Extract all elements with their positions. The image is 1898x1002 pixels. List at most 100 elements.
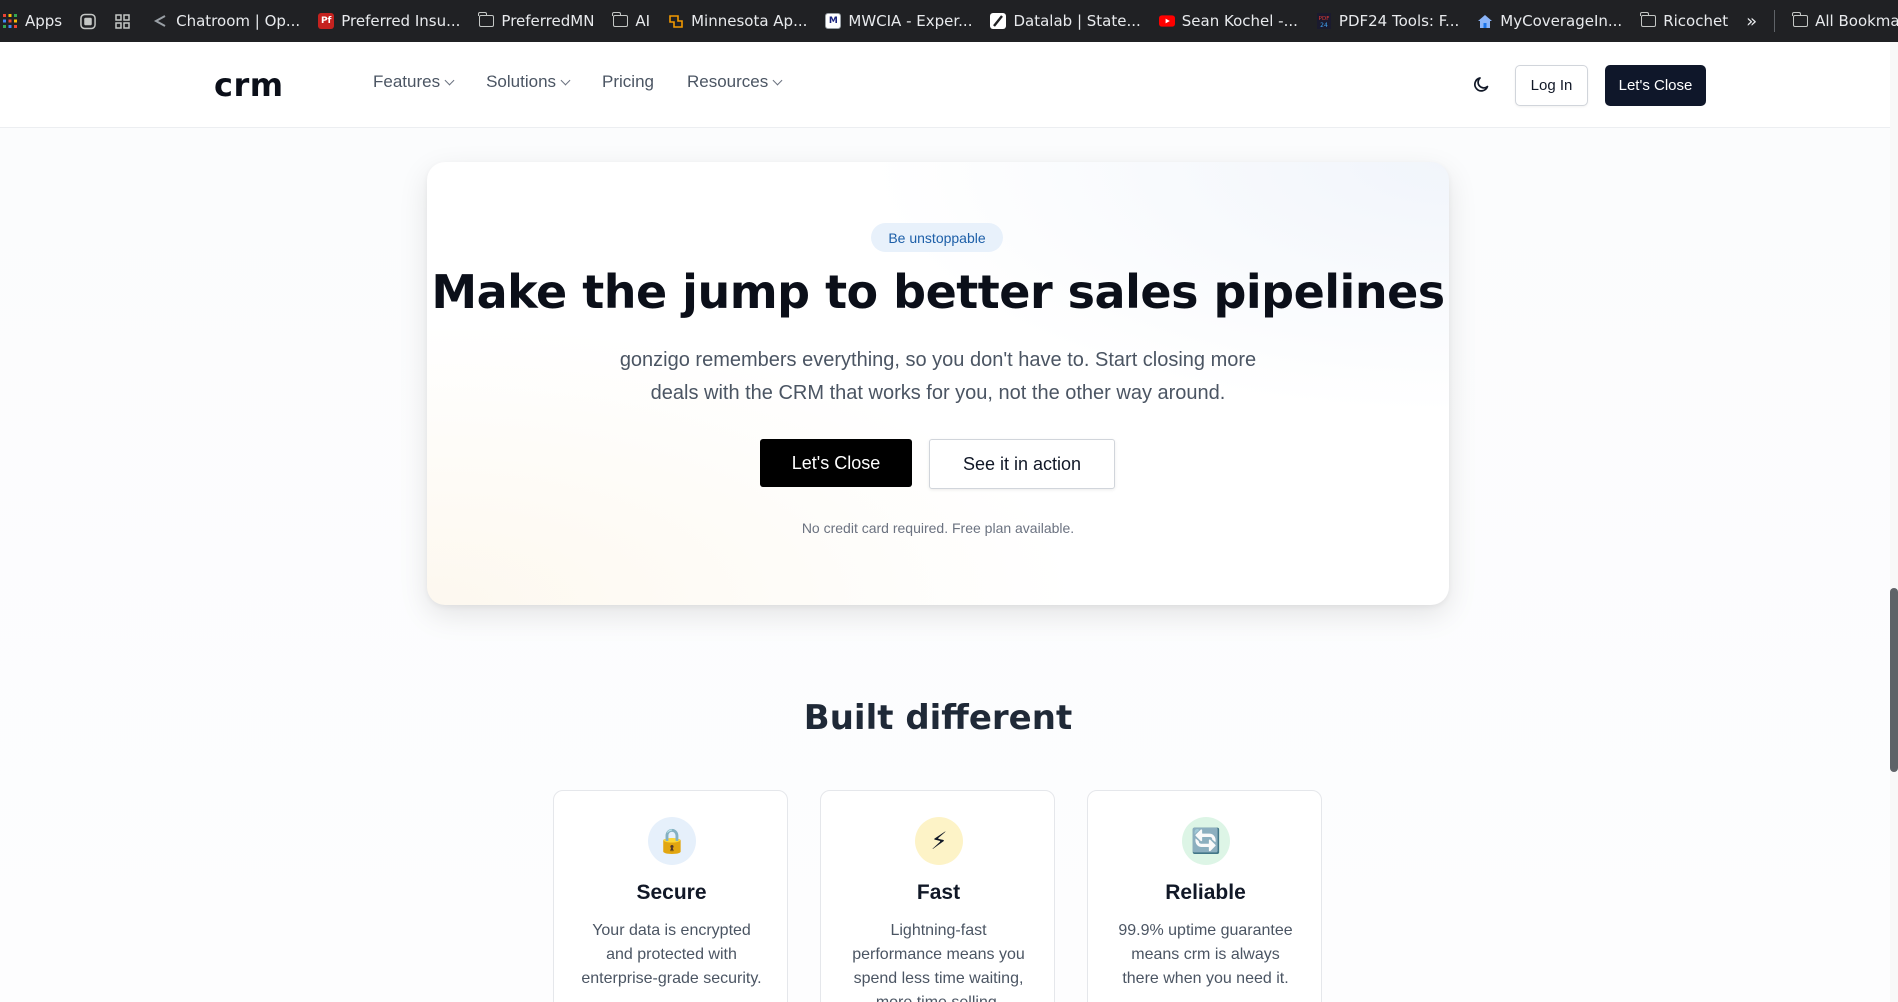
lets-close-button[interactable]: Let's Close bbox=[760, 439, 912, 487]
feature-card-secure: 🔒 Secure Your data is encrypted and prot… bbox=[553, 790, 788, 1002]
bookmark-label: PreferredMN bbox=[501, 12, 595, 30]
feature-description-line: more time selling. bbox=[839, 991, 1038, 1002]
hero-subtitle-line: gonzigo remembers everything, so you don… bbox=[619, 349, 1257, 371]
bookmark-label: PDF24 Tools: F... bbox=[1338, 12, 1460, 30]
bookmark-label: Preferred Insu... bbox=[341, 12, 461, 30]
bookmark-folder-ai[interactable]: AI bbox=[603, 0, 659, 42]
theme-toggle-button[interactable] bbox=[1472, 74, 1492, 94]
see-it-in-action-button[interactable]: See it in action bbox=[929, 439, 1115, 489]
bookmark-grid[interactable] bbox=[105, 0, 139, 42]
hero-subtitle-line: deals with the CRM that works for you, n… bbox=[650, 382, 1226, 404]
grid-icon bbox=[114, 13, 130, 29]
feature-description-line: and protected with bbox=[606, 946, 737, 963]
hero-note: No credit card required. Free plan avail… bbox=[801, 520, 1075, 536]
bookmark-minnesota[interactable]: Minnesota Ap... bbox=[659, 0, 816, 42]
hero-subtitle: gonzigo remembers everything, so you don… bbox=[592, 344, 1284, 410]
folder-icon bbox=[612, 12, 628, 29]
minnesota-icon bbox=[668, 13, 684, 29]
tab-group-icon bbox=[80, 13, 96, 29]
chevron-down-icon bbox=[444, 75, 455, 85]
scrollbar-track[interactable] bbox=[1890, 42, 1898, 1002]
chevron-down-icon bbox=[772, 75, 783, 85]
bookmark-label: Chatroom | Op... bbox=[176, 12, 301, 30]
bookmark-label: AI bbox=[635, 12, 651, 30]
bookmark-label: Minnesota Ap... bbox=[691, 12, 808, 30]
feature-description-line: there when you need it. bbox=[1122, 970, 1289, 987]
pf-icon: Pf bbox=[318, 13, 335, 29]
chevron-double-right-icon: » bbox=[1746, 10, 1758, 32]
apps-grid-icon bbox=[2, 13, 18, 29]
all-bookmarks-button[interactable]: All Bookmarks bbox=[1783, 12, 1898, 30]
nav-features[interactable]: Features bbox=[373, 72, 455, 92]
bookmark-label: MWCIA - Exper... bbox=[848, 12, 973, 30]
bookmarks-bar: Apps Chatroom | Op... Pf Preferred Insu.… bbox=[0, 0, 1898, 42]
feature-description-line: performance means you bbox=[852, 946, 1025, 963]
feature-description-line: Lightning-fast bbox=[890, 922, 987, 939]
feature-title: Reliable bbox=[1165, 881, 1246, 904]
feature-card-fast: ⚡ Fast Lightning-fast performance means … bbox=[820, 790, 1055, 1002]
bookmark-preferred-insurance[interactable]: Pf Preferred Insu... bbox=[309, 0, 469, 42]
bookmark-label: Ricochet bbox=[1663, 12, 1729, 30]
svg-text:24: 24 bbox=[1320, 22, 1328, 29]
youtube-icon bbox=[1158, 13, 1175, 29]
feature-description-line: enterprise-grade security. bbox=[581, 970, 762, 987]
lets-close-nav-button[interactable]: Let's Close bbox=[1605, 65, 1706, 106]
chatroom-icon bbox=[153, 13, 169, 29]
bookmark-label: Datalab | State... bbox=[1013, 12, 1141, 30]
feature-card-reliable: 🔄 Reliable 99.9% uptime guarantee means … bbox=[1087, 790, 1322, 1002]
bookmark-label: MyCoverageIn... bbox=[1500, 12, 1623, 30]
chevron-down-icon bbox=[560, 75, 571, 85]
refresh-icon: 🔄 bbox=[1182, 817, 1230, 865]
nav-label: Pricing bbox=[602, 72, 654, 91]
nav-resources[interactable]: Resources bbox=[687, 72, 783, 92]
bookmark-datalab[interactable]: Datalab | State... bbox=[981, 0, 1149, 42]
hero-card: Be unstoppable Make the jump to better s… bbox=[427, 162, 1449, 605]
bookmark-apps[interactable]: Apps bbox=[0, 0, 71, 42]
feature-description-line: 99.9% uptime guarantee bbox=[1118, 922, 1293, 939]
hero-badge: Be unstoppable bbox=[871, 223, 1003, 252]
mwcia-icon: M bbox=[825, 13, 842, 29]
bookmark-mwcia[interactable]: M MWCIA - Exper... bbox=[816, 0, 981, 42]
feature-title: Fast bbox=[916, 881, 961, 904]
feature-description-line: spend less time waiting, bbox=[853, 970, 1024, 987]
feature-description: 99.9% uptime guarantee means crm is alwa… bbox=[1106, 919, 1305, 991]
bookmarks-overflow-button[interactable]: » bbox=[1737, 11, 1766, 32]
scrollbar-thumb[interactable] bbox=[1890, 588, 1898, 772]
feature-description: Your data is encrypted and protected wit… bbox=[572, 919, 771, 991]
folder-icon bbox=[478, 12, 494, 29]
folder-icon bbox=[1792, 12, 1808, 29]
datalab-icon bbox=[990, 13, 1007, 29]
pdf24-icon: PDF 24 bbox=[1316, 13, 1332, 29]
bookmark-chatroom[interactable]: Chatroom | Op... bbox=[139, 0, 309, 42]
site-header: crm Features Solutions Pricing Resources… bbox=[0, 42, 1890, 128]
bookmark-youtube[interactable]: Sean Kochel -... bbox=[1150, 0, 1307, 42]
logo[interactable]: crm bbox=[214, 66, 284, 104]
bookmark-folder-preferredmn[interactable]: PreferredMN bbox=[469, 0, 603, 42]
section-title: Built different bbox=[803, 698, 1073, 738]
bookmark-folder-ricochet[interactable]: Ricochet bbox=[1631, 0, 1737, 42]
lock-icon: 🔒 bbox=[648, 817, 696, 865]
moon-icon bbox=[1474, 77, 1489, 92]
login-button[interactable]: Log In bbox=[1515, 65, 1588, 106]
bookmark-tab-group[interactable] bbox=[71, 0, 105, 42]
nav-pricing[interactable]: Pricing bbox=[602, 72, 654, 92]
bookmark-label: Apps bbox=[25, 12, 63, 30]
folder-icon bbox=[1640, 12, 1656, 29]
nav-solutions[interactable]: Solutions bbox=[486, 72, 571, 92]
all-bookmarks-label: All Bookmarks bbox=[1815, 12, 1898, 30]
feature-title: Secure bbox=[636, 881, 707, 904]
hero-title: Make the jump to better sales pipelines bbox=[431, 265, 1445, 319]
feature-description-line: Your data is encrypted bbox=[592, 922, 751, 939]
nav-label: Solutions bbox=[486, 72, 557, 91]
feature-description: Lightning-fast performance means you spe… bbox=[839, 919, 1038, 1002]
nav-label: Features bbox=[373, 72, 441, 91]
divider bbox=[1774, 10, 1776, 32]
feature-description-line: means crm is always bbox=[1131, 946, 1280, 963]
bookmark-pdf24[interactable]: PDF 24 PDF24 Tools: F... bbox=[1307, 0, 1468, 42]
home-icon bbox=[1477, 13, 1493, 29]
bookmark-label: Sean Kochel -... bbox=[1181, 12, 1298, 30]
main-nav: Features Solutions Pricing Resources bbox=[373, 72, 814, 92]
bookmark-mycoverage[interactable]: MyCoverageIn... bbox=[1468, 0, 1631, 42]
nav-label: Resources bbox=[687, 72, 769, 91]
lightning-icon: ⚡ bbox=[915, 817, 963, 865]
